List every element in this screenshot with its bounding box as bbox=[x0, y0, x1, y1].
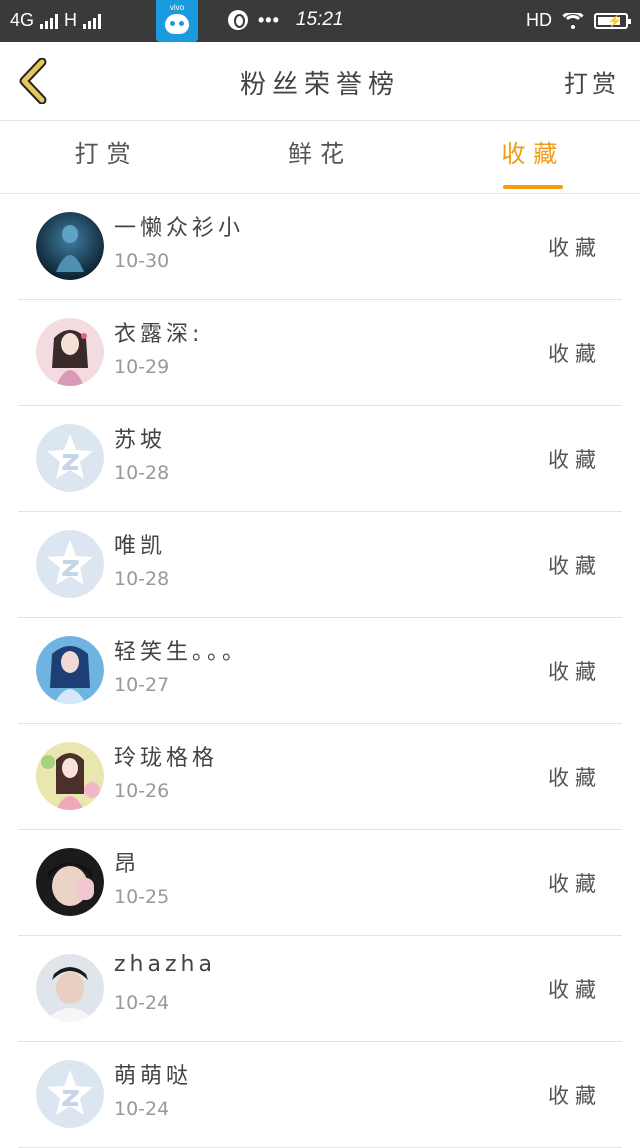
palette-icon bbox=[228, 10, 248, 30]
item-type: 收藏 bbox=[548, 342, 602, 366]
item-date: 10-25 bbox=[114, 886, 170, 908]
app-tag: vivo bbox=[169, 3, 185, 12]
item-type: 收藏 bbox=[548, 660, 602, 684]
tab-reward[interactable]: 打赏 bbox=[0, 121, 213, 193]
user-name: 昂 bbox=[114, 852, 141, 877]
item-date: 10-24 bbox=[114, 992, 170, 1014]
tab-favorites[interactable]: 收藏 bbox=[427, 121, 640, 193]
page-title: 粉丝荣誉榜 bbox=[239, 70, 400, 100]
item-type: 收藏 bbox=[548, 554, 602, 578]
status-bar: 4G H vivo ••• 15:21 HD ⚡ bbox=[0, 0, 640, 42]
avatar[interactable] bbox=[36, 742, 104, 810]
list-item[interactable]: 昂 10-25 收藏 bbox=[18, 830, 622, 936]
network-type: 4G bbox=[10, 10, 35, 30]
list-item[interactable]: 苏坡 10-28 收藏 bbox=[18, 406, 622, 512]
status-mid: ••• 15:21 bbox=[228, 9, 343, 31]
fans-list: 一懒众衫小 10-30 收藏 衣露深: 10-29 收藏 苏坡 10-28 收藏… bbox=[18, 194, 622, 1148]
notification-app-icon: vivo bbox=[156, 0, 198, 42]
item-type: 收藏 bbox=[548, 1084, 602, 1108]
network-type-2: H bbox=[64, 10, 78, 30]
clock: 15:21 bbox=[295, 9, 344, 30]
item-date: 10-30 bbox=[114, 250, 170, 272]
list-item[interactable]: zhazha 10-24 收藏 bbox=[18, 936, 622, 1042]
user-name: 玲珑格格 bbox=[114, 746, 219, 771]
signal-group: 4G H bbox=[10, 10, 102, 31]
user-name: 轻笑生。。。 bbox=[114, 640, 249, 665]
user-name: 唯凯 bbox=[114, 534, 167, 559]
avatar[interactable] bbox=[36, 212, 104, 280]
wifi-icon bbox=[562, 12, 584, 29]
tab-bar: 打赏 鲜花 收藏 bbox=[0, 121, 640, 194]
item-date: 10-28 bbox=[114, 462, 170, 484]
avatar[interactable] bbox=[36, 848, 104, 916]
item-date: 10-27 bbox=[114, 674, 170, 696]
item-date: 10-24 bbox=[114, 1098, 170, 1120]
item-type: 收藏 bbox=[548, 978, 602, 1002]
item-date: 10-29 bbox=[114, 356, 170, 378]
list-item[interactable]: 玲珑格格 10-26 收藏 bbox=[18, 724, 622, 830]
user-name: 苏坡 bbox=[114, 428, 167, 453]
reward-button[interactable]: 打赏 bbox=[564, 64, 620, 99]
user-name: 一懒众衫小 bbox=[114, 216, 245, 241]
user-name: zhazha bbox=[114, 952, 216, 977]
signal-icon bbox=[40, 13, 59, 29]
list-item[interactable]: 衣露深: 10-29 收藏 bbox=[18, 300, 622, 406]
list-item[interactable]: 萌萌哒 10-24 收藏 bbox=[18, 1042, 622, 1148]
status-right: HD ⚡ bbox=[526, 10, 631, 31]
avatar[interactable] bbox=[36, 954, 104, 1022]
user-name: 萌萌哒 bbox=[114, 1064, 193, 1089]
list-item[interactable]: 轻笑生。。。 10-27 收藏 bbox=[18, 618, 622, 724]
app-header: 粉丝荣誉榜 打赏 bbox=[0, 42, 640, 121]
signal-icon-2 bbox=[83, 13, 102, 29]
item-type: 收藏 bbox=[548, 766, 602, 790]
item-date: 10-28 bbox=[114, 568, 170, 590]
item-type: 收藏 bbox=[548, 236, 602, 260]
battery-icon: ⚡ bbox=[594, 12, 631, 29]
list-item[interactable]: 一懒众衫小 10-30 收藏 bbox=[18, 194, 622, 300]
item-type: 收藏 bbox=[548, 872, 602, 896]
user-name: 衣露深: bbox=[114, 322, 204, 347]
list-item[interactable]: 唯凯 10-28 收藏 bbox=[18, 512, 622, 618]
item-date: 10-26 bbox=[114, 780, 170, 802]
avatar[interactable] bbox=[36, 318, 104, 386]
avatar[interactable] bbox=[36, 424, 104, 492]
avatar[interactable] bbox=[36, 1060, 104, 1128]
item-type: 收藏 bbox=[548, 448, 602, 472]
hd-indicator: HD bbox=[526, 10, 552, 30]
more-notifications-icon: ••• bbox=[258, 9, 280, 30]
avatar[interactable] bbox=[36, 636, 104, 704]
tab-flowers[interactable]: 鲜花 bbox=[213, 121, 426, 193]
avatar[interactable] bbox=[36, 530, 104, 598]
